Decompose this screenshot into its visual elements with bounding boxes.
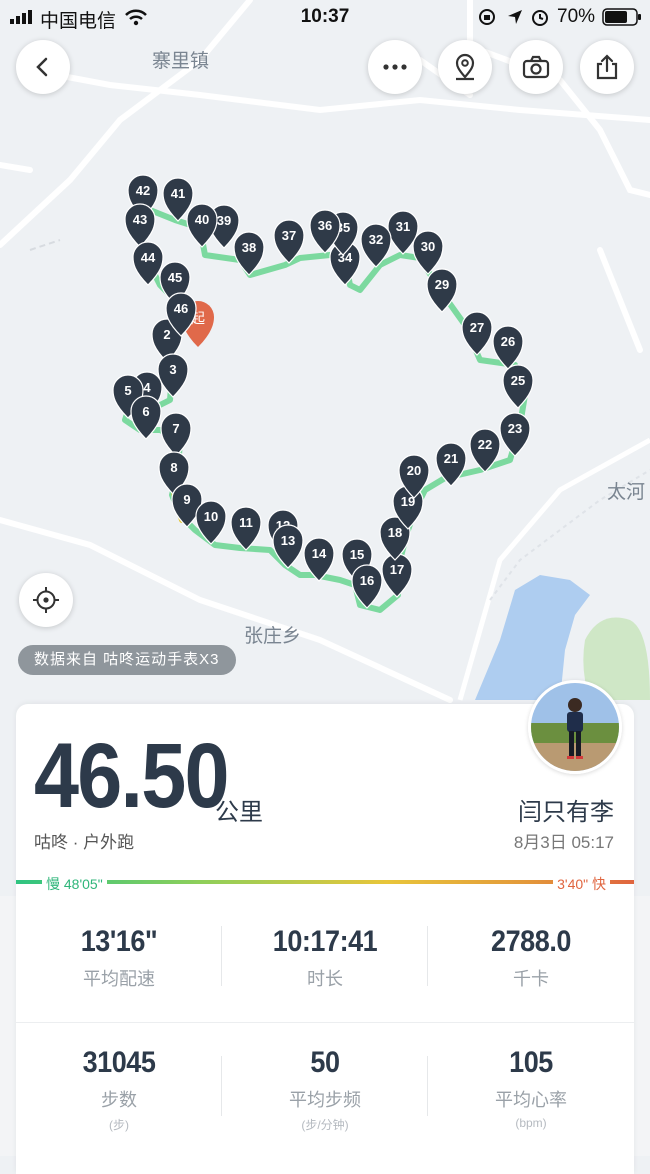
- stat-unit: (步/分钟): [301, 1118, 349, 1132]
- km-marker-label: 20: [407, 463, 421, 478]
- map-label-taihe: 太河: [607, 481, 645, 503]
- km-marker-label: 6: [142, 404, 149, 419]
- stat-value: 2788.0: [491, 925, 571, 958]
- km-marker-label: 40: [195, 212, 209, 227]
- location-button[interactable]: [438, 40, 492, 94]
- stat-heart-rate: 105 平均心率 (bpm): [428, 1046, 634, 1130]
- camera-button[interactable]: [509, 40, 563, 94]
- km-marker-label: 17: [390, 562, 404, 577]
- stat-unit: (步): [109, 1118, 129, 1132]
- km-marker-label: 21: [444, 451, 458, 466]
- km-marker-label: 5: [124, 383, 131, 398]
- stat-steps: 31045 步数 (步): [16, 1046, 222, 1133]
- km-marker-label: 8: [170, 460, 177, 475]
- distance-value: 46.50: [34, 725, 230, 827]
- km-marker-label: 43: [133, 212, 147, 227]
- crosshair-icon: [33, 587, 59, 613]
- km-marker-label: 4: [143, 380, 151, 395]
- km-marker-label: 42: [136, 183, 150, 198]
- stat-label: 步数: [101, 1090, 137, 1110]
- km-marker-label: 11: [239, 515, 253, 530]
- stat-avg-pace: 13'16" 平均配速: [16, 925, 222, 991]
- km-marker-label: 44: [141, 250, 156, 265]
- map-pin-icon: [455, 53, 475, 81]
- map-label-zhangzhuangxiang: 张庄乡: [244, 625, 301, 647]
- km-marker-label: 45: [168, 270, 182, 285]
- km-marker-label: 30: [421, 239, 435, 254]
- km-marker-label: 13: [281, 533, 295, 548]
- km-marker-label: 32: [369, 232, 383, 247]
- km-marker-label: 23: [508, 421, 522, 436]
- map-label-zhailizhen: 寨里镇: [152, 50, 209, 72]
- back-button[interactable]: [16, 40, 70, 94]
- km-marker-label: 31: [396, 219, 410, 234]
- km-marker-label: 7: [172, 421, 179, 436]
- km-marker-label: 2: [163, 327, 170, 342]
- more-button[interactable]: [368, 40, 422, 94]
- stat-value: 31045: [82, 1046, 156, 1079]
- data-source-badge: 数据来自 咕咚运动手表X3: [18, 645, 236, 675]
- stat-duration: 10:17:41 时长: [222, 925, 428, 991]
- km-marker-label: 41: [171, 186, 185, 201]
- km-marker-label: 18: [388, 525, 402, 540]
- km-marker-label: 15: [350, 547, 364, 562]
- stat-value: 105: [509, 1046, 553, 1079]
- location-arrow-icon: [508, 10, 522, 24]
- status-bar: 中国电信 10:37 70%: [0, 0, 650, 34]
- distance-unit: 公里: [215, 799, 263, 826]
- stat-label: 平均步频: [289, 1090, 361, 1110]
- recenter-button[interactable]: [19, 573, 73, 627]
- km-marker-label: 22: [478, 437, 492, 452]
- activity-date: 8月3日 05:17: [513, 833, 614, 852]
- stat-label: 平均配速: [83, 969, 155, 989]
- battery-icon: [602, 8, 641, 26]
- km-marker-label: 9: [183, 492, 190, 507]
- stat-value: 13'16": [80, 925, 158, 958]
- battery-percent: 70%: [557, 6, 596, 27]
- km-marker-label: 39: [217, 213, 231, 228]
- km-marker-label: 36: [318, 218, 332, 233]
- divider: [16, 1022, 634, 1023]
- km-marker-label: 27: [470, 320, 484, 335]
- km-marker-label: 38: [242, 240, 256, 255]
- km-marker-label: 3: [169, 362, 176, 377]
- km-marker-label: 26: [501, 334, 515, 349]
- sport-type: 咕咚 · 户外跑: [34, 833, 135, 852]
- stat-calories: 2788.0 千卡: [428, 925, 634, 991]
- stat-unit: (bpm): [515, 1116, 547, 1130]
- km-marker-label: 46: [174, 301, 188, 316]
- user-name[interactable]: 闫只有李: [518, 792, 614, 827]
- pace-gradient-bar: [16, 880, 634, 884]
- stat-label: 时长: [307, 969, 343, 989]
- km-marker-label: 25: [511, 373, 525, 388]
- avatar-photo: [531, 683, 619, 771]
- stat-value: 10:17:41: [272, 925, 378, 958]
- pace-slow-label: 慢 48'05": [42, 874, 107, 894]
- more-dots-icon: [383, 64, 407, 70]
- rotation-lock-icon: [479, 9, 495, 25]
- alarm-icon: [532, 10, 548, 26]
- route-map[interactable]: 寨里镇 张庄乡 太河 起 234567891011121314151617181…: [0, 0, 650, 720]
- km-marker-label: 10: [204, 509, 218, 524]
- km-marker-label: 16: [360, 573, 374, 588]
- clock: 10:37: [300, 6, 350, 27]
- stat-label: 千卡: [513, 969, 549, 989]
- km-marker-label: 37: [282, 228, 296, 243]
- share-icon: [596, 54, 618, 80]
- avatar[interactable]: [528, 680, 622, 774]
- pace-fast-label: 3'40" 快: [553, 874, 610, 894]
- stat-cadence: 50 平均步频 (步/分钟): [222, 1046, 428, 1133]
- share-button[interactable]: [580, 40, 634, 94]
- km-marker-label: 29: [435, 277, 449, 292]
- chevron-left-icon: [36, 57, 48, 77]
- stat-label: 平均心率: [495, 1090, 567, 1110]
- stat-value: 50: [310, 1046, 340, 1079]
- camera-icon: [522, 55, 550, 79]
- km-marker-label: 14: [312, 546, 327, 561]
